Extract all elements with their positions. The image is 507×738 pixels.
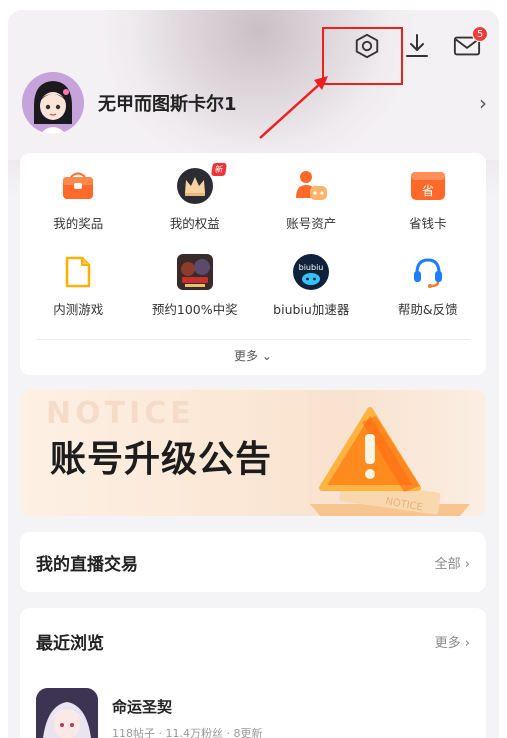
reservation-game-icon — [176, 253, 214, 291]
account-assets-icon — [292, 167, 330, 205]
game-stats: 118帖子 · 11.4万粉丝 · 8更新 — [112, 727, 263, 738]
section-title: 最近浏览 — [36, 633, 104, 654]
avatar[interactable] — [22, 72, 84, 134]
list-item[interactable]: 命运圣契 118帖子 · 11.4万粉丝 · 8更新 — [36, 688, 262, 738]
savings-card-icon: 省 — [409, 167, 447, 205]
service-my-benefits[interactable]: 新 我的权益 — [137, 163, 254, 253]
mail-icon[interactable]: 5 — [453, 26, 488, 60]
more-link[interactable]: 更多 › — [435, 632, 470, 651]
profile-page: 5 无甲而图斯卡尔1 › 我的奖品 新 我的权益 账号资产 省 省钱卡 内测游戏… — [8, 10, 499, 738]
crown-icon: 新 — [176, 163, 227, 205]
banner-watermark-text: NOTICE — [46, 396, 195, 431]
banner-title: 账号升级公告 — [50, 439, 273, 480]
svg-text:biubiu: biubiu — [299, 263, 324, 272]
service-my-prizes[interactable]: 我的奖品 — [20, 167, 137, 253]
biubiu-accelerator-icon: biubiu — [292, 253, 330, 291]
notice-banner[interactable]: NOTICE 账号升级公告 NOTICE — [20, 390, 486, 516]
more-services-toggle[interactable]: 更多 ⌄ — [20, 347, 486, 364]
download-icon[interactable] — [403, 32, 431, 60]
chevron-right-icon[interactable]: › — [479, 91, 487, 115]
view-all-link[interactable]: 全部 › — [435, 553, 470, 572]
divider — [36, 339, 470, 340]
service-account-assets[interactable]: 账号资产 — [253, 167, 370, 253]
services-card: 我的奖品 新 我的权益 账号资产 省 省钱卡 内测游戏 预约100%中奖 biu… — [20, 153, 486, 375]
svg-text:省: 省 — [422, 184, 434, 198]
service-biubiu-accelerator[interactable]: biubiu biubiu加速器 — [253, 253, 370, 339]
headset-icon — [409, 253, 447, 291]
recent-browse-section: 最近浏览 更多 › 命运圣契 118帖子 · 11.4万粉丝 · 8更新 — [20, 608, 486, 738]
chevron-down-icon: ⌄ — [261, 349, 272, 363]
service-beta-games[interactable]: 内测游戏 — [20, 253, 137, 339]
new-tag: 新 — [210, 163, 227, 176]
service-help-feedback[interactable]: 帮助&反馈 — [370, 253, 487, 339]
beta-game-icon — [59, 253, 97, 291]
username: 无甲而图斯卡尔1 — [98, 94, 237, 115]
profile-row[interactable]: 无甲而图斯卡尔1 › — [22, 70, 487, 136]
mail-unread-badge: 5 — [472, 26, 488, 42]
game-thumbnail — [36, 688, 98, 738]
live-trade-section: 我的直播交易 全部 › — [20, 532, 486, 592]
section-title: 我的直播交易 — [36, 554, 138, 575]
service-savings-card[interactable]: 省 省钱卡 — [370, 167, 487, 253]
game-name: 命运圣契 — [112, 698, 173, 716]
gift-box-icon — [59, 167, 97, 205]
service-reservation-prize[interactable]: 预约100%中奖 — [137, 253, 254, 339]
warning-sign-icon: NOTICE — [310, 407, 470, 516]
